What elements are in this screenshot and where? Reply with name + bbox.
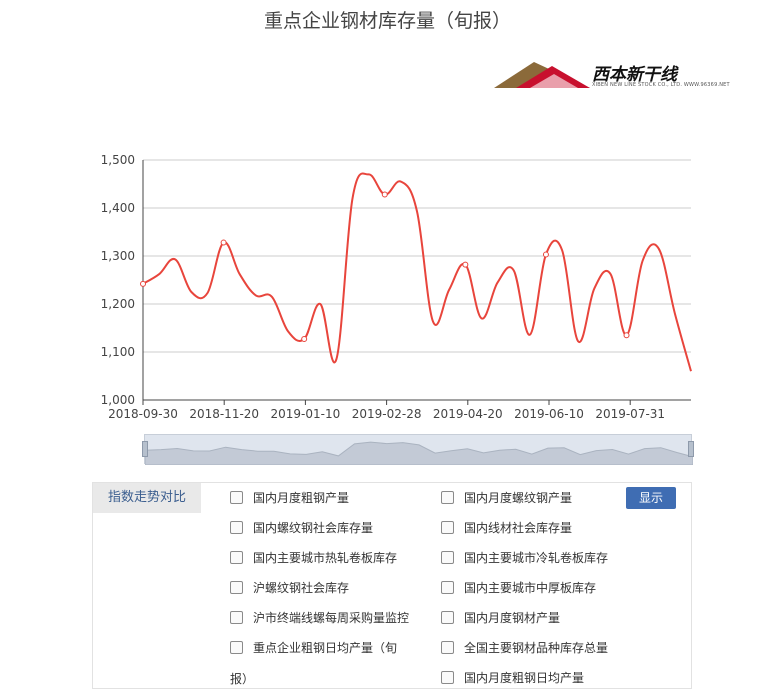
right-option[interactable]: 国内月度螺纹钢产量: [441, 489, 572, 506]
data-point[interactable]: [623, 332, 630, 339]
option-label: 国内月度粗钢日均产量: [464, 671, 585, 685]
right-option[interactable]: 国内线材社会库存量: [441, 519, 572, 536]
checkbox[interactable]: [441, 611, 454, 624]
option-label: 全国主要钢材品种库存总量: [464, 641, 609, 655]
series-line[interactable]: [142, 172, 692, 372]
option-label: 国内月度粗钢产量: [253, 491, 350, 505]
slider-left-handle[interactable]: [142, 441, 148, 457]
data-zoom-slider[interactable]: [142, 434, 694, 465]
right-option[interactable]: 国内主要城市中厚板库存: [441, 579, 596, 596]
checkbox[interactable]: [441, 581, 454, 594]
left-option[interactable]: 沪市终端线螺每周采购量监控: [230, 609, 409, 626]
slider-right-handle[interactable]: [688, 441, 694, 457]
option-label: 国内主要城市冷轧卷板库存: [464, 551, 609, 565]
company-logo: 西本新干线 XIBEN NEW LINE STOCK CO., LTD. WWW…: [494, 58, 730, 92]
show-button[interactable]: 显示: [626, 487, 676, 509]
x-tick-label: 2019-01-10: [271, 407, 341, 421]
data-point[interactable]: [381, 191, 388, 198]
checkbox[interactable]: [230, 491, 243, 504]
data-point[interactable]: [462, 261, 469, 268]
option-label: 重点企业粗钢日均产量（旬: [253, 641, 398, 655]
left-option[interactable]: 国内主要城市热轧卷板库存: [230, 549, 397, 566]
checkbox[interactable]: [441, 551, 454, 564]
data-point[interactable]: [542, 251, 549, 258]
checkbox[interactable]: [441, 521, 454, 534]
data-point[interactable]: [140, 280, 146, 287]
logo-mountain-icon: [494, 62, 590, 88]
y-tick-label: 1,500: [101, 153, 135, 167]
checkbox[interactable]: [230, 581, 243, 594]
x-tick-label: 2019-06-10: [514, 407, 584, 421]
option-label: 沪市终端线螺每周采购量监控: [253, 611, 410, 625]
y-tick-label: 1,200: [101, 297, 135, 311]
checkbox[interactable]: [441, 671, 454, 684]
x-tick-label: 2019-02-28: [352, 407, 422, 421]
y-tick-label: 1,100: [101, 345, 135, 359]
checkbox[interactable]: [230, 521, 243, 534]
checkbox[interactable]: [230, 611, 243, 624]
right-option[interactable]: 国内月度钢材产量: [441, 609, 560, 626]
x-tick-label: 2018-09-30: [108, 407, 178, 421]
option-label: 国内主要城市热轧卷板库存: [253, 551, 398, 565]
line-chart[interactable]: 1,000 1,100 1,200 1,300 1,400 1,500 2018-09-3…: [0, 140, 775, 430]
option-left-wrap-text: 报）: [230, 672, 255, 686]
x-tick-label: 2019-07-31: [595, 407, 665, 421]
index-compare-panel: 指数走势对比: [92, 482, 692, 689]
logo-subtitle: XIBEN NEW LINE STOCK CO., LTD. WWW.96369…: [592, 82, 730, 88]
tab-index-compare[interactable]: 指数走势对比: [93, 483, 201, 513]
option-label: 国内线材社会库存量: [464, 521, 573, 535]
data-point[interactable]: [220, 239, 227, 246]
page-title: 重点企业钢材库存量（旬报）: [263, 10, 511, 32]
option-label: 国内主要城市中厚板库存: [464, 581, 597, 595]
option-label: 国内螺纹钢社会库存量: [253, 521, 374, 535]
checkbox[interactable]: [230, 641, 243, 654]
left-option[interactable]: 重点企业粗钢日均产量（旬: [230, 639, 397, 656]
data-point[interactable]: [301, 336, 308, 343]
left-option[interactable]: 国内月度粗钢产量: [230, 489, 349, 506]
checkbox[interactable]: [230, 551, 243, 564]
option-label: 国内月度钢材产量: [464, 611, 561, 625]
checkbox[interactable]: [441, 641, 454, 654]
option-label: 国内月度螺纹钢产量: [464, 491, 573, 505]
y-tick-label: 1,400: [101, 201, 135, 215]
left-option[interactable]: 国内螺纹钢社会库存量: [230, 519, 373, 536]
right-option[interactable]: 国内主要城市冷轧卷板库存: [441, 549, 608, 566]
y-tick-label: 1,300: [101, 249, 135, 263]
checkbox[interactable]: [441, 491, 454, 504]
right-option[interactable]: 国内月度粗钢日均产量: [441, 669, 584, 686]
option-label: 沪螺纹钢社会库存: [253, 581, 350, 595]
slider-preview: [145, 441, 693, 465]
x-tick-label: 2018-11-20: [189, 407, 259, 421]
y-tick-label: 1,000: [101, 393, 135, 407]
right-option[interactable]: 全国主要钢材品种库存总量: [441, 639, 608, 656]
x-tick-label: 2019-04-20: [433, 407, 503, 421]
left-option[interactable]: 沪螺纹钢社会库存: [230, 579, 349, 596]
